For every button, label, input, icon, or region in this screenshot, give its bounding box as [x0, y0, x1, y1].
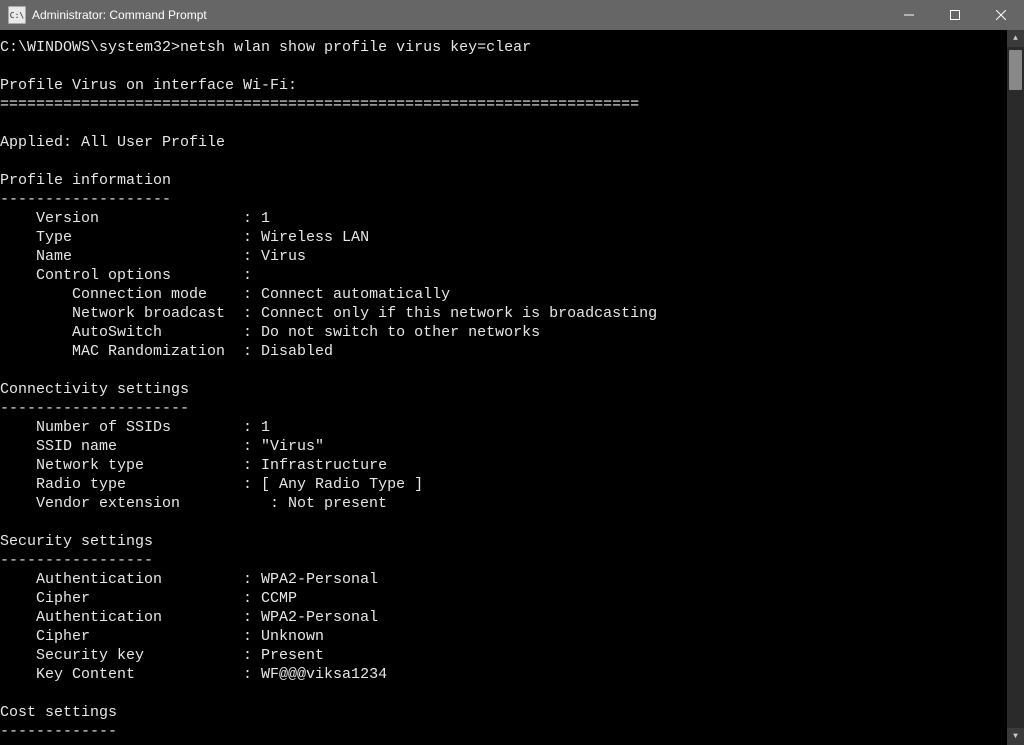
key-content-value: WF@@@viksa1234	[261, 666, 387, 683]
type-value: Wireless LAN	[261, 229, 369, 246]
close-button[interactable]	[978, 0, 1024, 30]
section-connectivity: Connectivity settings	[0, 381, 189, 398]
prompt: C:\WINDOWS\system32>	[0, 39, 180, 56]
scroll-down-arrow-icon[interactable]: ▼	[1007, 728, 1024, 745]
authentication-value-2: WPA2-Personal	[261, 609, 378, 626]
dashes: -------------	[0, 723, 117, 740]
authentication-value: WPA2-Personal	[261, 571, 378, 588]
dashes: -----------------	[0, 552, 153, 569]
radio-type-value: [ Any Radio Type ]	[261, 476, 423, 493]
dashes: ---------------------	[0, 400, 189, 417]
cmd-icon: C:\	[8, 6, 26, 24]
num-ssids-value: 1	[261, 419, 270, 436]
vendor-extension-value: Not present	[288, 495, 387, 512]
scrollbar-track[interactable]: ▲ ▼	[1007, 30, 1024, 745]
network-broadcast-value: Connect only if this network is broadcas…	[261, 305, 657, 322]
console-output[interactable]: C:\WINDOWS\system32>netsh wlan show prof…	[0, 30, 1007, 745]
ssid-name-value: "Virus"	[261, 438, 324, 455]
divider: ========================================…	[0, 96, 639, 113]
minimize-button[interactable]	[886, 0, 932, 30]
section-profile-info: Profile information	[0, 172, 171, 189]
applied-line: Applied: All User Profile	[0, 134, 225, 151]
command-text: netsh wlan show profile virus key=clear	[180, 39, 531, 56]
maximize-button[interactable]	[932, 0, 978, 30]
scrollbar-thumb[interactable]	[1009, 50, 1022, 90]
dashes: -------------------	[0, 191, 171, 208]
name-value: Virus	[261, 248, 306, 265]
version-value: 1	[261, 210, 270, 227]
cipher-value: CCMP	[261, 590, 297, 607]
mac-randomization-value: Disabled	[261, 343, 333, 360]
console-area: C:\WINDOWS\system32>netsh wlan show prof…	[0, 30, 1024, 745]
section-security: Security settings	[0, 533, 153, 550]
section-cost: Cost settings	[0, 704, 117, 721]
titlebar[interactable]: C:\ Administrator: Command Prompt	[0, 0, 1024, 30]
scroll-up-arrow-icon[interactable]: ▲	[1007, 30, 1024, 47]
connection-mode-value: Connect automatically	[261, 286, 450, 303]
security-key-value: Present	[261, 647, 324, 664]
autoswitch-value: Do not switch to other networks	[261, 324, 540, 341]
header-line: Profile Virus on interface Wi-Fi:	[0, 77, 297, 94]
cipher-value-2: Unknown	[261, 628, 324, 645]
network-type-value: Infrastructure	[261, 457, 387, 474]
window-title: Administrator: Command Prompt	[32, 8, 207, 22]
